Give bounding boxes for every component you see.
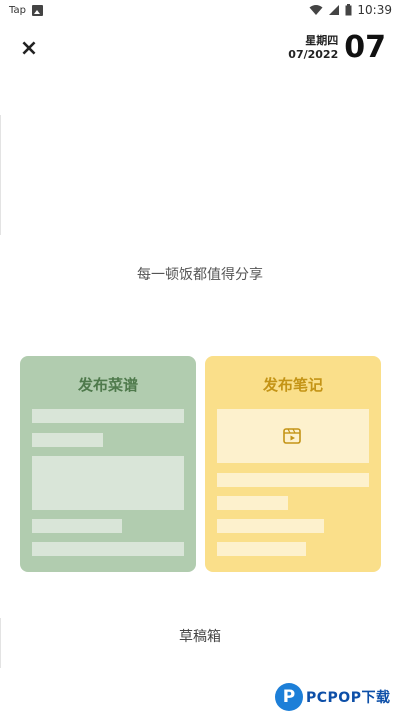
- note-placeholder-line: [217, 473, 369, 487]
- date-text-group: 星期四 07/2022: [288, 34, 338, 62]
- slogan-text: 每一顿饭都值得分享: [137, 267, 263, 283]
- status-right-group: 10:39: [309, 3, 392, 17]
- publish-note-title: 发布笔记: [262, 376, 323, 394]
- recipe-placeholder-line: [32, 519, 122, 533]
- battery-icon: [345, 4, 352, 16]
- close-icon[interactable]: ×: [18, 38, 40, 60]
- recipe-placeholder-line: [32, 433, 103, 447]
- note-video-placeholder: [217, 409, 369, 463]
- video-play-icon: [283, 428, 301, 444]
- weekday-label: 星期四: [305, 34, 339, 47]
- recipe-placeholder-line: [32, 409, 184, 423]
- date-display: 星期四 07/2022 07: [288, 30, 386, 66]
- recipe-placeholder-line: [32, 542, 184, 556]
- month-year-label: 07/2022: [288, 48, 339, 61]
- status-time: 10:39: [357, 3, 392, 17]
- signal-icon: [329, 5, 340, 15]
- image-icon: [32, 5, 43, 16]
- status-app-label: Tap: [9, 5, 26, 16]
- watermark-mark: P: [275, 683, 303, 711]
- note-placeholder-line: [217, 519, 324, 533]
- publish-note-card[interactable]: 发布笔记: [205, 356, 381, 572]
- drafts-button[interactable]: 草稿箱: [0, 626, 400, 646]
- note-placeholder-line: [217, 542, 306, 556]
- publish-recipe-card[interactable]: 发布菜谱: [20, 356, 196, 572]
- watermark-text: PCPOP下载: [306, 690, 391, 706]
- recipe-placeholder-image: [32, 456, 184, 510]
- note-placeholder-line: [217, 496, 288, 510]
- left-edge-line-top: [0, 115, 1, 235]
- wifi-icon: [309, 5, 323, 15]
- status-bar: Tap 10:39: [0, 0, 400, 24]
- publish-recipe-title: 发布菜谱: [77, 376, 138, 394]
- watermark-logo: P PCPOP下载: [275, 683, 390, 711]
- day-number: 07: [344, 30, 386, 65]
